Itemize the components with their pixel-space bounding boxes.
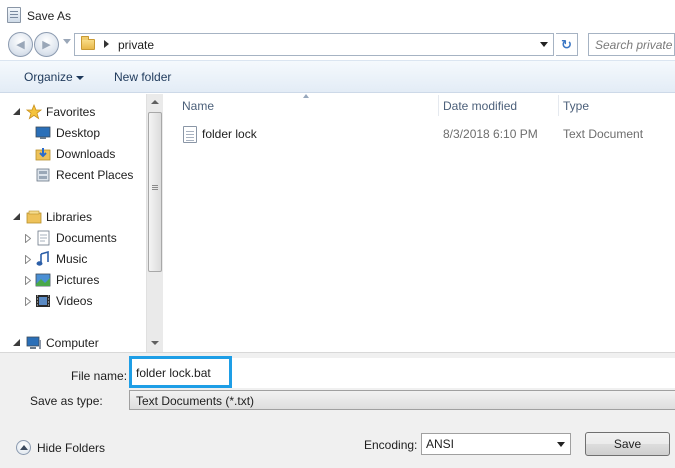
arrow-right-icon: ▶	[42, 39, 51, 51]
music-icon	[36, 251, 49, 266]
expander-closed-icon[interactable]	[25, 234, 31, 243]
save-as-type-select[interactable]: Text Documents (*.txt)	[129, 390, 675, 410]
save-button[interactable]: Save	[585, 432, 670, 456]
expander-closed-icon[interactable]	[25, 255, 31, 264]
forward-button[interactable]: ▶	[34, 32, 59, 57]
save-as-type-label: Save as type:	[30, 394, 103, 408]
downloads-icon	[35, 148, 51, 161]
column-header-type[interactable]: Type	[563, 94, 675, 116]
nav-label: Pictures	[56, 273, 100, 287]
chevron-up-icon	[16, 440, 31, 455]
search-input[interactable]	[589, 34, 674, 55]
scroll-up-arrow-icon[interactable]	[147, 94, 163, 111]
refresh-icon: ↻	[561, 37, 572, 52]
scroll-thumb[interactable]	[148, 112, 162, 272]
file-name-label: File name:	[71, 369, 128, 383]
title-bar: Save As	[0, 0, 675, 30]
nav-label: Documents	[56, 231, 117, 245]
pictures-icon	[35, 273, 51, 287]
nav-item-recent-places[interactable]: Recent Places	[0, 165, 146, 185]
expander-closed-icon[interactable]	[25, 276, 31, 285]
nav-item-computer[interactable]: Computer	[0, 333, 146, 352]
nav-item-music[interactable]: Music	[0, 249, 146, 269]
window-title: Save As	[27, 9, 72, 23]
star-icon	[26, 104, 42, 120]
nav-item-documents[interactable]: Documents	[0, 228, 146, 248]
desktop-icon	[35, 126, 51, 139]
libraries-icon	[26, 210, 42, 224]
organize-chevron-down-icon	[76, 76, 84, 80]
back-button[interactable]: ◀	[8, 32, 33, 57]
hide-folders-label: Hide Folders	[37, 441, 106, 455]
text-document-icon	[183, 126, 197, 143]
column-header-date-modified[interactable]: Date modified	[443, 94, 558, 116]
file-list: Name Date modified Type folder lock 8/3/…	[164, 94, 675, 352]
encoding-label: Encoding:	[364, 438, 418, 452]
nav-item-desktop[interactable]: Desktop	[0, 123, 146, 143]
expander-closed-icon[interactable]	[25, 297, 31, 306]
file-row[interactable]: folder lock 8/3/2018 6:10 PM Text Docume…	[182, 123, 675, 145]
file-name: folder lock	[202, 127, 257, 141]
nav-item-downloads[interactable]: Downloads	[0, 144, 146, 164]
expander-open-icon[interactable]	[13, 213, 20, 220]
nav-label: Libraries	[46, 210, 93, 224]
nav-label: Recent Places	[56, 168, 134, 182]
search-box[interactable]	[588, 33, 675, 56]
recent-places-icon	[36, 168, 50, 182]
nav-label: Videos	[56, 294, 93, 308]
breadcrumb-arrow-icon[interactable]	[104, 40, 109, 48]
new-folder-button[interactable]: New folder	[114, 70, 171, 84]
arrow-left-icon: ◀	[16, 39, 25, 51]
notepad-icon	[7, 7, 21, 23]
nav-item-favorites[interactable]: Favorites	[0, 102, 146, 122]
nav-label: Computer	[46, 336, 99, 350]
nav-item-libraries[interactable]: Libraries	[0, 207, 146, 227]
navigation-scrollbar[interactable]	[146, 94, 163, 352]
organize-button[interactable]: Organize	[24, 70, 73, 84]
nav-label: Downloads	[56, 147, 116, 161]
nav-item-pictures[interactable]: Pictures	[0, 270, 146, 290]
nav-label: Music	[56, 252, 88, 266]
folder-icon	[81, 36, 95, 50]
expander-open-icon[interactable]	[13, 108, 20, 115]
file-date-modified: 8/3/2018 6:10 PM	[443, 127, 538, 141]
scroll-down-arrow-icon[interactable]	[147, 335, 163, 352]
encoding-value: ANSI	[426, 437, 455, 451]
expander-open-icon[interactable]	[13, 339, 20, 346]
address-dropdown-chevron-icon[interactable]	[535, 33, 554, 56]
documents-icon	[37, 230, 50, 246]
save-form: File name: Save as type: Text Documents …	[0, 352, 675, 468]
videos-icon	[36, 295, 50, 307]
nav-label: Desktop	[56, 126, 101, 140]
address-bar[interactable]: private	[74, 33, 554, 56]
column-divider[interactable]	[558, 95, 559, 116]
refresh-button[interactable]: ↻	[556, 33, 578, 56]
encoding-select[interactable]: ANSI	[421, 433, 571, 455]
navigation-pane: Favorites Desktop Downloads Recent Place…	[0, 94, 146, 352]
column-divider[interactable]	[438, 95, 439, 116]
computer-icon	[26, 336, 41, 349]
nav-label: Favorites	[46, 105, 96, 119]
breadcrumb-item-private[interactable]: private	[118, 38, 154, 52]
file-type: Text Document	[563, 127, 644, 141]
nav-item-videos[interactable]: Videos	[0, 291, 146, 311]
recent-locations-chevron-icon[interactable]	[63, 39, 71, 44]
column-header-name[interactable]: Name	[182, 94, 438, 116]
save-as-type-value: Text Documents (*.txt)	[136, 394, 255, 408]
address-row: ◀ ▶ private ↻	[0, 30, 675, 58]
command-bar: Organize New folder	[0, 60, 675, 93]
file-name-highlight	[129, 356, 232, 388]
